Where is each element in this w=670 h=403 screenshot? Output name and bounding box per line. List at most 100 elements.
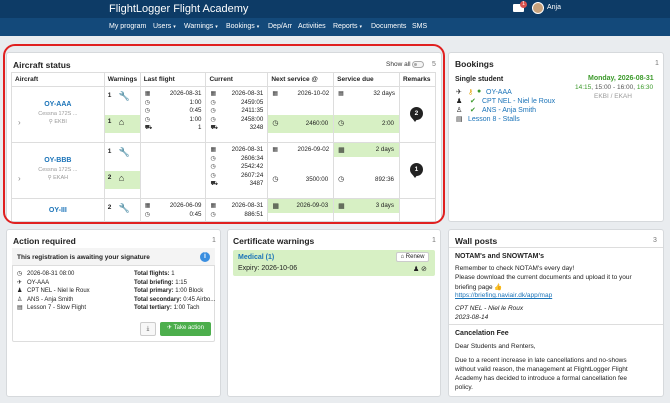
nav-warnings[interactable]: Warnings ▾ <box>184 23 218 30</box>
post-link[interactable]: https://briefing.naviair.dk/app/map <box>455 292 552 299</box>
wall-post: NOTAM's and SNOWTAM's Remember to check … <box>449 247 663 321</box>
aircraft-cell[interactable]: › OY-BBB Cessna 172S ... ⚲ EKAH <box>11 142 105 199</box>
certificate-warnings-title: Certificate warnings <box>233 236 315 246</box>
user-icon: ♟ <box>413 266 420 273</box>
booking-date: Monday, 2026-08-31 <box>588 75 654 82</box>
hangar-icon[interactable]: ⌂ <box>119 117 124 127</box>
brand-title[interactable]: FlightLogger Flight Academy <box>109 3 248 15</box>
renew-button[interactable]: ⌂ Renew <box>396 252 429 262</box>
clock-icon: ◷ <box>210 99 216 106</box>
nav-my-program[interactable]: My program <box>109 23 146 30</box>
ban-icon: ⊘ <box>421 266 427 273</box>
post-line: policy. <box>455 384 473 391</box>
col-aircraft: Aircraft <box>11 72 105 87</box>
student-icon: ♙ <box>17 296 23 303</box>
wrench-icon[interactable]: 🔧 <box>119 203 130 214</box>
action-required-count: 1 <box>212 237 216 244</box>
wrench-icon[interactable]: 🔧 <box>119 147 130 158</box>
service-due-cell: ▦ 32 days ◷ 2:00 <box>333 86 400 143</box>
booking-aircraft[interactable]: OY-AAA <box>486 89 512 96</box>
warnings-cell: 2 🔧 <box>103 198 141 222</box>
mail-badge: 1 <box>520 1 527 8</box>
registration-totals: Total flights: 1 Total briefing: 1:15 To… <box>134 271 216 311</box>
aircraft-base: ⚲ EKAH <box>47 175 69 181</box>
landing-icon: ⛟ <box>210 181 219 187</box>
next-service-cell: ▦ 2026-10-02 ◷ 2460:00 <box>267 86 335 143</box>
remarks-bubble[interactable]: 2 <box>409 107 423 122</box>
avatar[interactable] <box>532 2 544 14</box>
plane-icon: ✈ <box>456 89 462 96</box>
remarks-bubble[interactable]: 1 <box>409 163 423 178</box>
wall-posts-count: 3 <box>653 237 657 244</box>
post-line: Remember to check NOTAM's every day! <box>455 265 575 272</box>
aircraft-reg[interactable]: OY-AAA <box>12 101 104 108</box>
user-name[interactable]: Anja <box>547 4 561 11</box>
last-flight-cell: ▦ 2026-08-31 ◷ 1:00 ◷ 0:45 ◷ 1:00 ⛟ 1 <box>139 86 207 143</box>
table-row: › OY-BBB Cessna 172S ... ⚲ EKAH 1 🔧 2 ⌂ ▦ 2… <box>11 142 437 199</box>
landing-icon: ⛟ <box>144 125 153 131</box>
next-service-cell: ▦ 2026-09-02 ◷ 3500:00 <box>267 142 335 199</box>
aircraft-table: Aircraft Warnings Last flight Current Ne… <box>11 72 437 222</box>
wall-posts-list[interactable]: NOTAM's and SNOWTAM's Remember to check … <box>449 247 663 396</box>
instructor-icon: ♟ <box>17 288 23 294</box>
calendar-icon: ▦ <box>272 147 278 153</box>
remarks-cell: 1 <box>398 142 437 199</box>
current-cell: ▦ 2026-08-31 ◷ 886:51 <box>205 198 269 222</box>
nav-activities[interactable]: Activities <box>298 23 326 30</box>
current-cell: ▦ 2026-08-31 ◷ 2459:05 ◷ 2411:35 ◷ 2458:00 ⛟… <box>205 86 269 143</box>
table-header-row: Aircraft Warnings Last flight Current Ne… <box>11 72 437 87</box>
wrench-icon[interactable]: 🔧 <box>119 91 130 102</box>
clock-icon: ◷ <box>144 99 150 106</box>
table-row: OY-III 2 🔧 ▦ 2026-06-09 ◷ 0:45 ▦ 2026-08-31 … <box>11 198 437 222</box>
booking-student[interactable]: ANS - Anja Smith <box>482 107 536 114</box>
check-icon: ✔ <box>470 98 476 105</box>
booking-time: 14:15, 15:00 - 16:00, 16:30 <box>575 84 654 91</box>
nav-documents[interactable]: Documents <box>371 23 406 30</box>
hangar-icon[interactable]: ⌂ <box>119 173 124 183</box>
info-icon[interactable]: i <box>200 252 210 262</box>
nav-reports[interactable]: Reports ▾ <box>333 23 362 30</box>
booking-route: EKBI / EKAH <box>594 93 632 100</box>
booking-instructor[interactable]: CPT NEL - Niel le Roux <box>482 98 555 105</box>
col-last-flight: Last flight <box>139 72 207 87</box>
clock-icon: ◷ <box>144 116 150 123</box>
table-row: › OY-AAA Cessna 172S ... ⚲ EKBI 1 🔧 1 ⌂ ▦ 2… <box>11 86 437 143</box>
student-icon: ♙ <box>456 107 463 114</box>
landing-icon: ⛟ <box>210 125 219 131</box>
nav-dep-arr[interactable]: Dep/Arr <box>268 23 292 30</box>
clock-icon: ◷ <box>210 172 216 179</box>
aircraft-model: Cessna 172S ... <box>38 111 78 117</box>
col-warnings: Warnings <box>103 72 141 87</box>
aircraft-cell[interactable]: OY-III <box>11 198 105 222</box>
clock-icon: ◷ <box>210 108 216 114</box>
plane-icon: ✈ <box>167 325 173 331</box>
col-current: Current <box>205 72 269 87</box>
aircraft-reg[interactable]: OY-III <box>12 207 104 214</box>
bookings-title: Bookings <box>455 59 494 69</box>
remarks-cell <box>398 198 437 222</box>
aircraft-reg[interactable]: OY-BBB <box>12 157 104 164</box>
nav-users[interactable]: Users ▾ <box>153 23 176 30</box>
check-icon: ✔ <box>470 107 476 114</box>
clock-icon: ◷ <box>210 155 216 162</box>
lesson-icon: ▤ <box>456 116 463 123</box>
clock-icon: ◷ <box>272 176 279 183</box>
col-service-due: Service due <box>333 72 400 87</box>
cert-name[interactable]: Medical (1) <box>238 254 274 261</box>
download-button[interactable]: ⤓ <box>140 322 156 336</box>
post-line: Please download the current documents an… <box>455 274 632 281</box>
booking-lesson[interactable]: Lesson 8 - Stalls <box>468 116 520 123</box>
post-title: NOTAM's and SNOWTAM's <box>455 253 545 260</box>
nav-bookings[interactable]: Bookings ▾ <box>226 23 259 30</box>
take-action-button[interactable]: ✈ Take action <box>160 322 211 336</box>
post-line: Academy has decided to introduce a forma… <box>455 375 627 382</box>
nav-sms[interactable]: SMS <box>412 23 427 30</box>
aircraft-model: Cessna 172S ... <box>38 167 78 173</box>
instructor-icon: ♟ <box>456 98 463 105</box>
service-due-cell: ▦ 2 days ◷ 892:36 <box>333 142 400 199</box>
aircraft-cell[interactable]: › OY-AAA Cessna 172S ... ⚲ EKBI <box>11 86 105 143</box>
clock-icon: ◷ <box>338 120 345 127</box>
aircraft-table-viewport[interactable]: Aircraft Warnings Last flight Current Ne… <box>6 52 442 222</box>
calendar-icon: ▦ <box>144 91 151 97</box>
next-service-cell: ▦ 2026-09-03 <box>267 198 335 222</box>
